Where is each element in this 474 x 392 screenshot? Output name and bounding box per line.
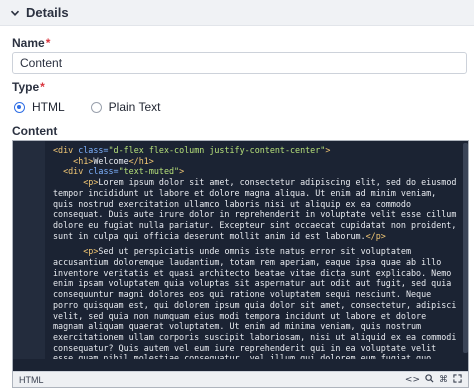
radio-html[interactable]: HTML <box>14 100 65 114</box>
details-section-header[interactable]: Details <box>0 0 474 26</box>
required-mark: * <box>40 80 45 94</box>
fullscreen-icon[interactable] <box>453 373 462 386</box>
details-title: Details <box>26 5 69 20</box>
code-line: 1⌄<div class="d-flex flex-column justify… <box>53 145 331 155</box>
status-icons: <> ⌘ <box>405 373 462 386</box>
code-line: 5 <p>Sed ut perspiciatis unde omnis iste… <box>53 246 457 359</box>
status-mode: HTML <box>19 374 44 385</box>
radio-dot[interactable] <box>90 101 102 113</box>
radio-html-label: HTML <box>32 100 65 114</box>
name-input[interactable] <box>12 52 467 74</box>
code-line: 3⌄ <div class="text-muted"> <box>63 166 185 177</box>
radio-plain-text-label: Plain Text <box>108 100 161 114</box>
code-icon[interactable]: <> <box>405 375 420 385</box>
chevron-down-icon[interactable] <box>6 4 24 22</box>
command-icon[interactable]: ⌘ <box>439 375 448 385</box>
type-label: Type* <box>12 80 45 94</box>
type-radio-group: HTML Plain Text <box>14 100 186 114</box>
name-label-text: Name <box>12 36 45 50</box>
code-area[interactable]: 1⌄<div class="d-flex flex-column justify… <box>45 141 460 359</box>
content-label-text: Content <box>12 124 58 138</box>
editor-scrollbar[interactable] <box>463 143 468 353</box>
code-editor[interactable]: 1⌄<div class="d-flex flex-column justify… <box>12 140 469 388</box>
code-line: 2 <h1>Welcome</h1> <box>73 155 154 166</box>
code-line: 4 <p>Lorem ipsum dolor sit amet, consect… <box>53 177 457 241</box>
search-icon[interactable] <box>425 373 434 386</box>
content-label: Content <box>12 124 57 138</box>
name-label: Name* <box>12 36 50 50</box>
editor-statusbar: HTML <> ⌘ <box>13 371 468 387</box>
type-label-text: Type <box>12 80 40 94</box>
page: Details Name* Type* HTML Plain Text Cont… <box>0 0 474 392</box>
required-mark: * <box>45 36 51 50</box>
line-number-gutter <box>13 141 45 359</box>
radio-dot[interactable] <box>14 101 25 113</box>
radio-plain-text[interactable]: Plain Text <box>90 100 161 114</box>
